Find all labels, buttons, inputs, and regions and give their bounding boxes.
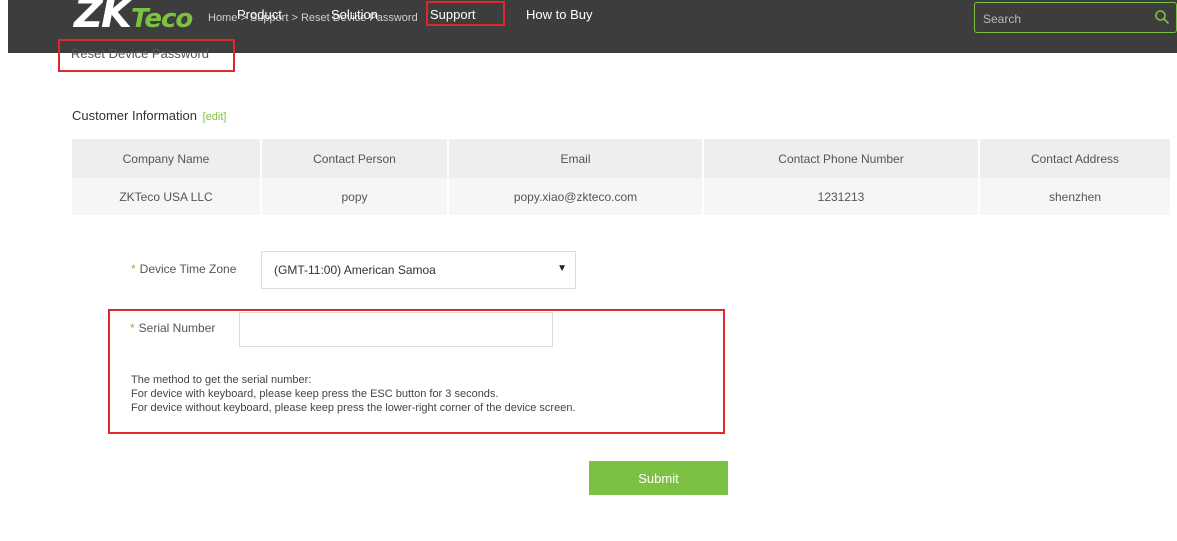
timezone-label: * Device Time Zone (131, 262, 236, 276)
col-email: Email (448, 139, 704, 178)
required-mark: * (131, 262, 136, 276)
nav-product[interactable]: Product (237, 7, 282, 22)
required-mark: * (130, 321, 135, 335)
logo-text-accent: Teco (131, 4, 193, 34)
nav-how-to-buy[interactable]: How to Buy (526, 7, 592, 22)
nav-solution[interactable]: Solution (331, 7, 378, 22)
cell-contact-address: shenzhen (979, 178, 1170, 215)
search-icon[interactable] (1154, 9, 1170, 25)
col-contact-address: Contact Address (979, 139, 1170, 178)
search-box[interactable] (974, 2, 1177, 33)
customer-info-heading: Customer Information [edit] (72, 108, 226, 123)
submit-button[interactable]: Submit (589, 461, 728, 495)
customer-info-title: Customer Information (72, 108, 197, 123)
cell-contact-phone: 1231213 (703, 178, 980, 215)
col-company-name: Company Name (72, 139, 262, 178)
cell-company-name: ZKTeco USA LLC (72, 178, 262, 215)
help-line: For device with keyboard, please keep pr… (131, 388, 499, 400)
serial-number-input[interactable] (239, 312, 553, 347)
table-header-row: Company Name Contact Person Email Contac… (72, 139, 1170, 178)
customer-info-table: Company Name Contact Person Email Contac… (72, 139, 1170, 215)
help-line: The method to get the serial number: (131, 374, 312, 386)
support-highlight-box (426, 1, 505, 26)
col-contact-person: Contact Person (261, 139, 449, 178)
serial-number-label-text: Serial Number (138, 321, 216, 335)
timezone-label-text: Device Time Zone (139, 262, 237, 276)
help-line: For device without keyboard, please keep… (131, 402, 576, 414)
col-contact-phone: Contact Phone Number (703, 139, 980, 178)
table-row: ZKTeco USA LLC popy popy.xiao@zkteco.com… (72, 178, 1170, 215)
search-input[interactable] (981, 8, 1145, 29)
title-highlight-box (58, 39, 235, 72)
timezone-selected-value: (GMT-11:00) American Samoa (274, 263, 436, 277)
serial-number-label: * Serial Number (130, 321, 215, 335)
serial-help-text: The method to get the serial number: For… (131, 373, 576, 415)
cell-contact-person: popy (261, 178, 449, 215)
zkteco-logo[interactable]: ZK Teco (74, 0, 193, 37)
logo-text-main: ZK (74, 0, 132, 37)
edit-link[interactable]: [edit] (203, 111, 227, 123)
caret-down-icon: ▼ (557, 263, 567, 274)
timezone-select[interactable]: (GMT-11:00) American Samoa ▼ (261, 251, 576, 289)
cell-email: popy.xiao@zkteco.com (448, 178, 704, 215)
